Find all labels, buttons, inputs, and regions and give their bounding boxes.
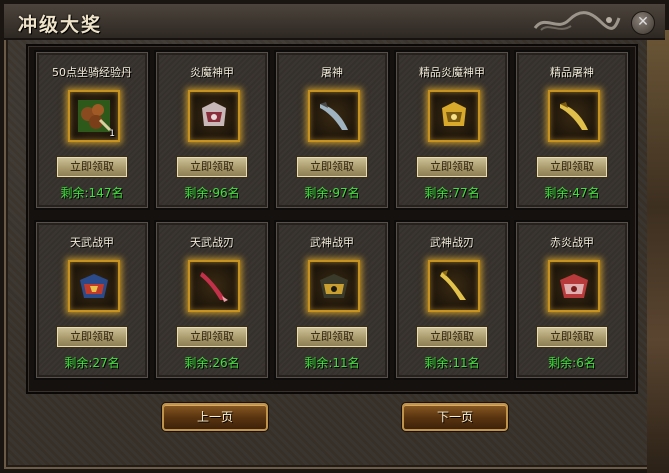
claim-button[interactable]: 立即领取 xyxy=(536,326,608,348)
item-slot[interactable] xyxy=(308,260,360,312)
godslayer-blade-icon xyxy=(320,102,348,130)
item-count: 1 xyxy=(109,129,115,139)
claim-button[interactable]: 立即领取 xyxy=(56,156,128,178)
reward-card: 炎魔神甲 立即领取 剩余:96名 xyxy=(154,50,270,210)
claim-button[interactable]: 立即领取 xyxy=(416,326,488,348)
reward-card: 天武战甲 立即领取 剩余:27名 xyxy=(34,220,150,380)
claim-button[interactable]: 立即领取 xyxy=(176,326,248,348)
reward-name: 50点坐骑经验丹 xyxy=(52,66,132,79)
claim-button[interactable]: 立即领取 xyxy=(176,156,248,178)
premium-godslayer-blade-icon xyxy=(560,102,588,130)
reward-name: 赤炎战甲 xyxy=(550,236,594,249)
claim-button[interactable]: 立即领取 xyxy=(296,156,368,178)
item-slot[interactable] xyxy=(188,90,240,142)
reward-name: 武神战甲 xyxy=(310,236,354,249)
remaining-count: 剩余:77名 xyxy=(424,186,480,200)
reward-card: 武神战甲 立即领取 剩余:11名 xyxy=(274,220,390,380)
item-slot[interactable] xyxy=(548,260,600,312)
background-scenery xyxy=(647,30,669,473)
remaining-count: 剩余:97名 xyxy=(304,186,360,200)
title-bar[interactable]: 冲级大奖 ✕ xyxy=(4,4,665,40)
reward-name: 武神战刃 xyxy=(430,236,474,249)
remaining-count: 剩余:6名 xyxy=(548,356,596,370)
flame-demon-armor-icon xyxy=(202,102,226,126)
reward-card: 赤炎战甲 立即领取 剩余:6名 xyxy=(514,220,630,380)
reward-name: 精品炎魔神甲 xyxy=(419,66,485,79)
heavenly-war-armor-icon xyxy=(80,274,108,298)
war-god-armor-icon xyxy=(320,274,348,298)
heavenly-war-blade-icon xyxy=(200,272,228,302)
item-slot[interactable] xyxy=(428,260,480,312)
claim-button[interactable]: 立即领取 xyxy=(56,326,128,348)
next-page-button[interactable]: 下一页 xyxy=(402,403,508,431)
remaining-count: 剩余:27名 xyxy=(64,356,120,370)
reward-card: 屠神 立即领取 剩余:97名 xyxy=(274,50,390,210)
dragon-ornament-icon xyxy=(533,11,621,31)
claim-button[interactable]: 立即领取 xyxy=(416,156,488,178)
crimson-flame-armor-icon xyxy=(560,274,588,298)
prev-page-button[interactable]: 上一页 xyxy=(162,403,268,431)
reward-card: 天武战刃 立即领取 剩余:26名 xyxy=(154,220,270,380)
reward-card: 武神战刃 立即领取 剩余:11名 xyxy=(394,220,510,380)
claim-button[interactable]: 立即领取 xyxy=(296,326,368,348)
remaining-count: 剩余:96名 xyxy=(184,186,240,200)
remaining-count: 剩余:47名 xyxy=(544,186,600,200)
remaining-count: 剩余:147名 xyxy=(60,186,124,200)
remaining-count: 剩余:11名 xyxy=(424,356,480,370)
remaining-count: 剩余:11名 xyxy=(304,356,360,370)
premium-flame-demon-armor-icon xyxy=(442,102,466,126)
reward-card: 精品屠神 立即领取 剩余:47名 xyxy=(514,50,630,210)
reward-card: 50点坐骑经验丹 1 立即领取 剩余:147名 xyxy=(34,50,150,210)
reward-name: 精品屠神 xyxy=(550,66,594,79)
item-slot[interactable] xyxy=(548,90,600,142)
reward-name: 炎魔神甲 xyxy=(190,66,234,79)
reward-name: 天武战甲 xyxy=(70,236,114,249)
war-god-blade-icon xyxy=(440,270,466,300)
reward-name: 天武战刃 xyxy=(190,236,234,249)
mount-exp-pill-icon xyxy=(78,100,112,132)
item-slot[interactable] xyxy=(188,260,240,312)
remaining-count: 剩余:26名 xyxy=(184,356,240,370)
claim-button[interactable]: 立即领取 xyxy=(536,156,608,178)
reward-name: 屠神 xyxy=(321,66,343,79)
item-slot[interactable] xyxy=(428,90,480,142)
item-slot[interactable] xyxy=(68,260,120,312)
item-slot[interactable]: 1 xyxy=(68,90,120,142)
close-button[interactable]: ✕ xyxy=(631,11,655,35)
item-slot[interactable] xyxy=(308,90,360,142)
window-title: 冲级大奖 xyxy=(18,14,103,36)
reward-card: 精品炎魔神甲 立即领取 剩余:77名 xyxy=(394,50,510,210)
